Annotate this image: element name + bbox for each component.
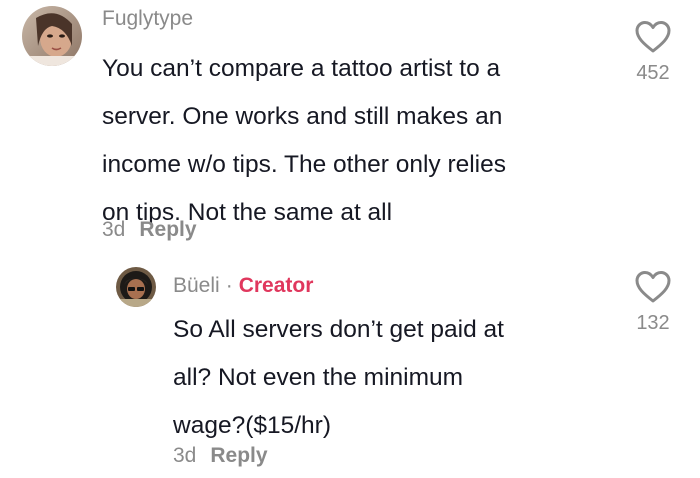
like-button[interactable]: 452 <box>618 20 688 85</box>
reply-username-row: Büeli · Creator <box>173 274 313 298</box>
reply-text-line: wage?($15/hr) <box>173 412 331 439</box>
reply-text-line: all? Not even the minimum <box>173 364 464 391</box>
like-count: 132 <box>636 312 670 334</box>
comment-text-line: server. One works and still makes an <box>102 103 503 130</box>
reply-button[interactable]: Reply <box>210 444 267 467</box>
reply-username[interactable]: Büeli <box>173 274 220 297</box>
reply-button[interactable]: Reply <box>139 218 196 241</box>
reply-text-line: So All servers don’t get paid at <box>173 316 504 343</box>
heart-outline-icon <box>635 21 671 53</box>
creator-avatar[interactable] <box>116 267 156 307</box>
like-button[interactable]: 132 <box>618 270 688 335</box>
comments-panel: Fuglytype You can’t compare a tattoo art… <box>0 0 700 478</box>
comment-text: You can’t compare a tattoo artist to a s… <box>102 45 506 237</box>
like-count: 452 <box>636 62 670 84</box>
commenter-username[interactable]: Fuglytype <box>102 7 193 31</box>
reply-timestamp: 3d <box>173 444 197 467</box>
reply-text: So All servers don’t get paid at all? No… <box>173 306 504 450</box>
comment-timestamp: 3d <box>102 218 126 241</box>
comment-meta: 3d Reply <box>102 218 197 242</box>
commenter-avatar[interactable] <box>22 6 82 66</box>
separator-dot: · <box>225 274 233 297</box>
heart-outline-icon <box>635 271 671 303</box>
comment-text-line: You can’t compare a tattoo artist to a <box>102 55 501 82</box>
creator-badge: Creator <box>238 274 314 297</box>
reply-meta: 3d Reply <box>173 444 268 468</box>
comment-item: Fuglytype You can’t compare a tattoo art… <box>0 0 700 250</box>
comment-text-line: income w/o tips. The other only relies <box>102 151 506 178</box>
reply-item: Büeli · Creator So All servers don’t get p… <box>0 250 700 478</box>
